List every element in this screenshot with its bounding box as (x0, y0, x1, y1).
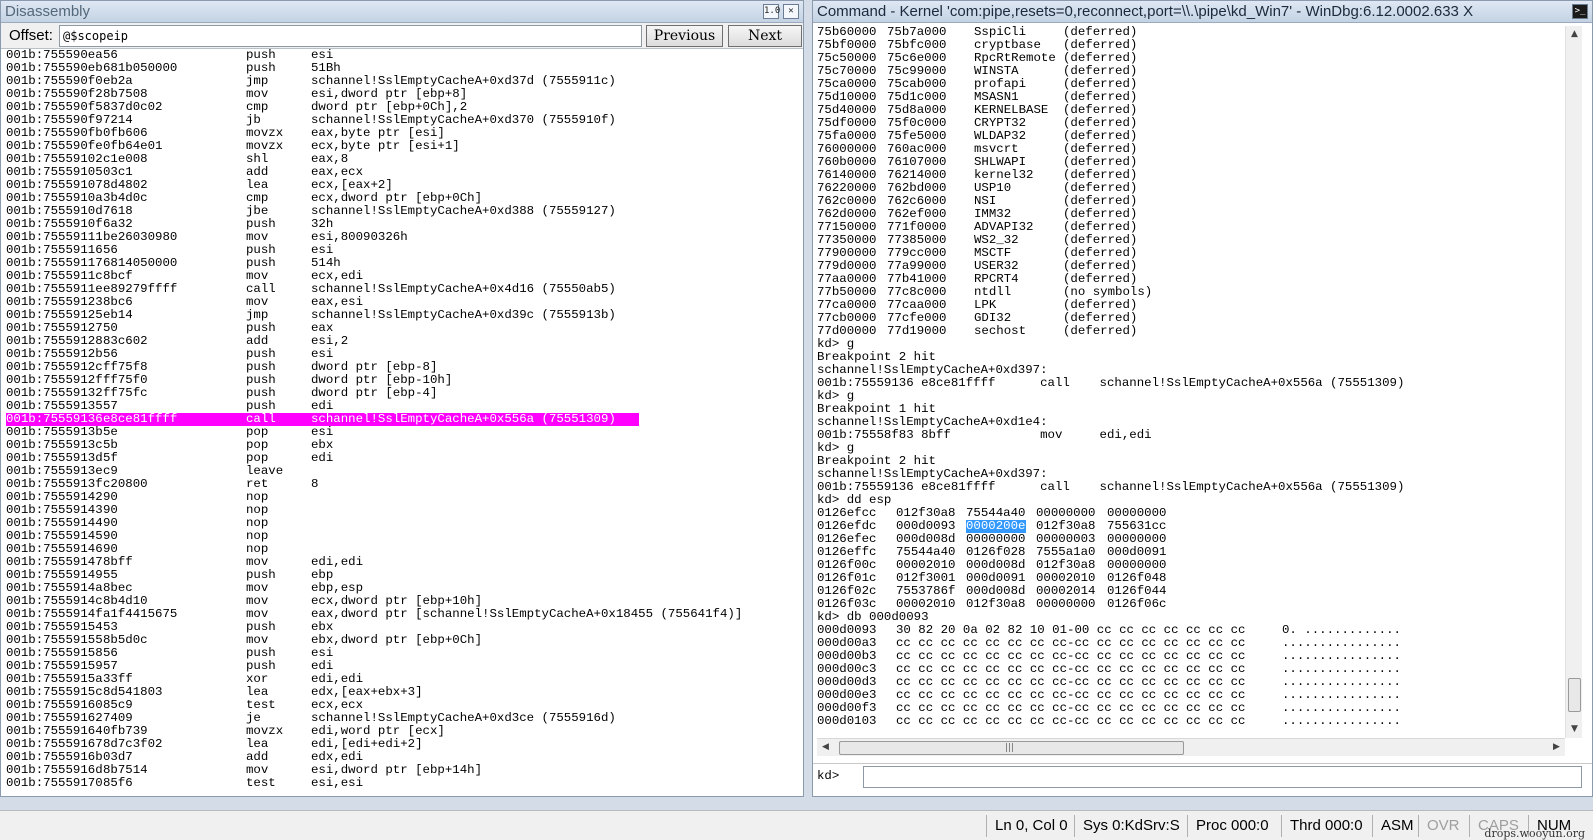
status-asm: ASM (1372, 815, 1414, 837)
vertical-scroll-thumb[interactable] (1568, 678, 1581, 712)
disasm-row[interactable]: 001b:75559144 90 nop (6, 517, 803, 530)
dock-icon[interactable]: >_ (1572, 4, 1588, 19)
disasm-row[interactable]: 001b:75559143 90 nop (6, 504, 803, 517)
disasm-row[interactable]: 001b:7555913d 5f pop edi (6, 452, 803, 465)
dword-cell: 0126f06c (1107, 597, 1167, 611)
disassembly-listing[interactable]: 001b:755590ea 56 push esi 001b:755590eb 681b0… (6, 49, 803, 796)
session-text: 001b:75558f83 8bff mov edi,edi (817, 428, 1152, 442)
status-bar: Ln 0, Col 0 Sys 0:KdSrv:S Proc 000:0 Thr… (0, 810, 1593, 840)
module-row: 77d00000 77d19000 sechost (deferred) (817, 325, 1558, 338)
command-prompt-label: kd> (817, 769, 840, 783)
watermark: drops.wooyun.org (1484, 827, 1585, 840)
status-proc: Proc 000:0 (1187, 815, 1269, 837)
disasm-row[interactable]: 001b:75559170 85f6 test esi,esi (6, 777, 803, 790)
disasm-row[interactable]: 001b:75559142 90 nop (6, 491, 803, 504)
session-line: 001b:75559136 e8ce81ffff call schannel!S… (817, 481, 1558, 494)
module-cell: 77d19000 (887, 324, 947, 338)
module-cell: sechost (974, 324, 1027, 338)
status-ln-col: Ln 0, Col 0 (986, 815, 1068, 837)
command-window: Command - Kernel 'com:pipe,resets=0,reco… (812, 0, 1593, 797)
command-prompt-row: kd> (813, 763, 1592, 789)
offset-input[interactable]: @$scopeip (59, 25, 642, 47)
dword-cell: 012f30a8 (966, 597, 1026, 611)
scroll-left-icon[interactable]: ◀ (817, 739, 834, 756)
byte-cell: 000d0103 (817, 714, 877, 728)
disasm-row[interactable]: 001b:75559147 8bff mov edi,edi (6, 556, 803, 569)
disasm-row[interactable]: 001b:7555914f a1f4415675 mov eax,dword ptr … (6, 608, 803, 621)
horizontal-scroll-thumb[interactable]: ||| (839, 741, 1184, 755)
disasm-row[interactable]: 001b:75559128 83c602 add esi,2 (6, 335, 803, 348)
disasm-address: 001b:75559170 (6, 776, 103, 790)
disasm-operands: edi (311, 451, 334, 465)
vertical-scrollbar[interactable]: ▲ ▼ (1565, 26, 1582, 738)
module-cell: (deferred) (1063, 324, 1138, 338)
disasm-row[interactable]: 001b:7555913b 5e pop esi (6, 426, 803, 439)
command-title: Command - Kernel 'com:pipe,resets=0,reco… (817, 3, 1474, 20)
session-text: 001b:75559136 e8ce81ffff call schannel!S… (817, 376, 1405, 390)
disasm-row[interactable]: 001b:7555913f c20800 ret 8 (6, 478, 803, 491)
status-thrd: Thrd 000:0 (1281, 815, 1363, 837)
offset-toolbar: Offset: @$scopeip Previous Next (1, 23, 803, 49)
disasm-row[interactable]: 001b:75559145 90 nop (6, 530, 803, 543)
disasm-operands: schannel!SslEmptyCacheA+0xd388 (75559127… (311, 204, 616, 218)
disassembly-window: Disassembly 1.0 ✕ Offset: @$scopeip Prev… (0, 0, 804, 797)
scroll-right-icon[interactable]: ▶ (1548, 739, 1565, 756)
disasm-row[interactable]: 001b:75559158 56 push esi (6, 647, 803, 660)
disasm-operands: ebx,dword ptr [ebp+0Ch] (311, 633, 483, 647)
grip-icon: ||| (1005, 743, 1015, 753)
next-button[interactable]: Next (728, 25, 802, 47)
restore-icon[interactable]: 1.0 (763, 4, 780, 19)
session-text: 001b:75559136 e8ce81ffff call schannel!S… (817, 480, 1405, 494)
scroll-up-icon[interactable]: ▲ (1566, 26, 1583, 43)
session-line: 001b:75558f83 8bff mov edi,edi (817, 429, 1558, 442)
session-line: 001b:75559136 e8ce81ffff call schannel!S… (817, 377, 1558, 390)
disasm-mnemonic: test (246, 776, 276, 790)
disassembly-title: Disassembly (5, 3, 91, 20)
horizontal-scrollbar[interactable]: ◀ ||| ▶ (817, 738, 1565, 756)
disasm-row[interactable]: 001b:75559155 8b5d0c mov ebx,dword ptr [ebp… (6, 634, 803, 647)
command-input[interactable] (863, 766, 1582, 788)
status-ovr: OVR (1418, 815, 1460, 837)
dword-cell: 00000000 (1036, 597, 1096, 611)
disasm-row[interactable]: 001b:75559111 be26030980 mov esi,80090326h (6, 231, 803, 244)
memory-byte-row: 000d0103 cc cc cc cc cc cc cc cc-cc cc cc… (817, 715, 1558, 728)
disasm-bytes: 85f6 (103, 776, 133, 790)
disasm-row[interactable]: 001b:7555913c 5b pop ebx (6, 439, 803, 452)
command-output[interactable]: 75b60000 75b7a000 SspiCli (deferred) 75bf000… (817, 26, 1558, 731)
disasm-operands: esi,esi (311, 776, 364, 790)
disassembly-titlebar[interactable]: Disassembly 1.0 ✕ (1, 1, 803, 23)
byte-cell: cc cc cc cc cc cc cc cc-cc cc cc cc cc c… (896, 714, 1246, 728)
disasm-operands: schannel!SslEmptyCacheA+0xd39c (7555913b… (311, 308, 616, 322)
disasm-operands: schannel!SslEmptyCacheA+0x556a (75551309… (311, 412, 616, 426)
disasm-row[interactable]: 001b:75559132 ff75fc push dword ptr [ebp-4] (6, 387, 803, 400)
disasm-row[interactable]: 001b:75559125 eb14 jmp schannel!SslEmptyCac… (6, 309, 803, 322)
disasm-operands: eax,dword ptr [schannel!SslEmptyCacheA+0… (311, 607, 743, 621)
scroll-down-icon[interactable]: ▼ (1566, 721, 1583, 738)
command-titlebar[interactable]: Command - Kernel 'com:pipe,resets=0,reco… (813, 1, 1592, 23)
previous-button[interactable]: Previous (646, 25, 723, 47)
close-icon[interactable]: ✕ (783, 4, 799, 19)
offset-label: Offset: (9, 27, 53, 44)
status-sys: Sys 0:KdSrv:S (1074, 815, 1180, 837)
byte-cell: ................ (1282, 714, 1401, 728)
disasm-operands: 8 (311, 477, 319, 491)
